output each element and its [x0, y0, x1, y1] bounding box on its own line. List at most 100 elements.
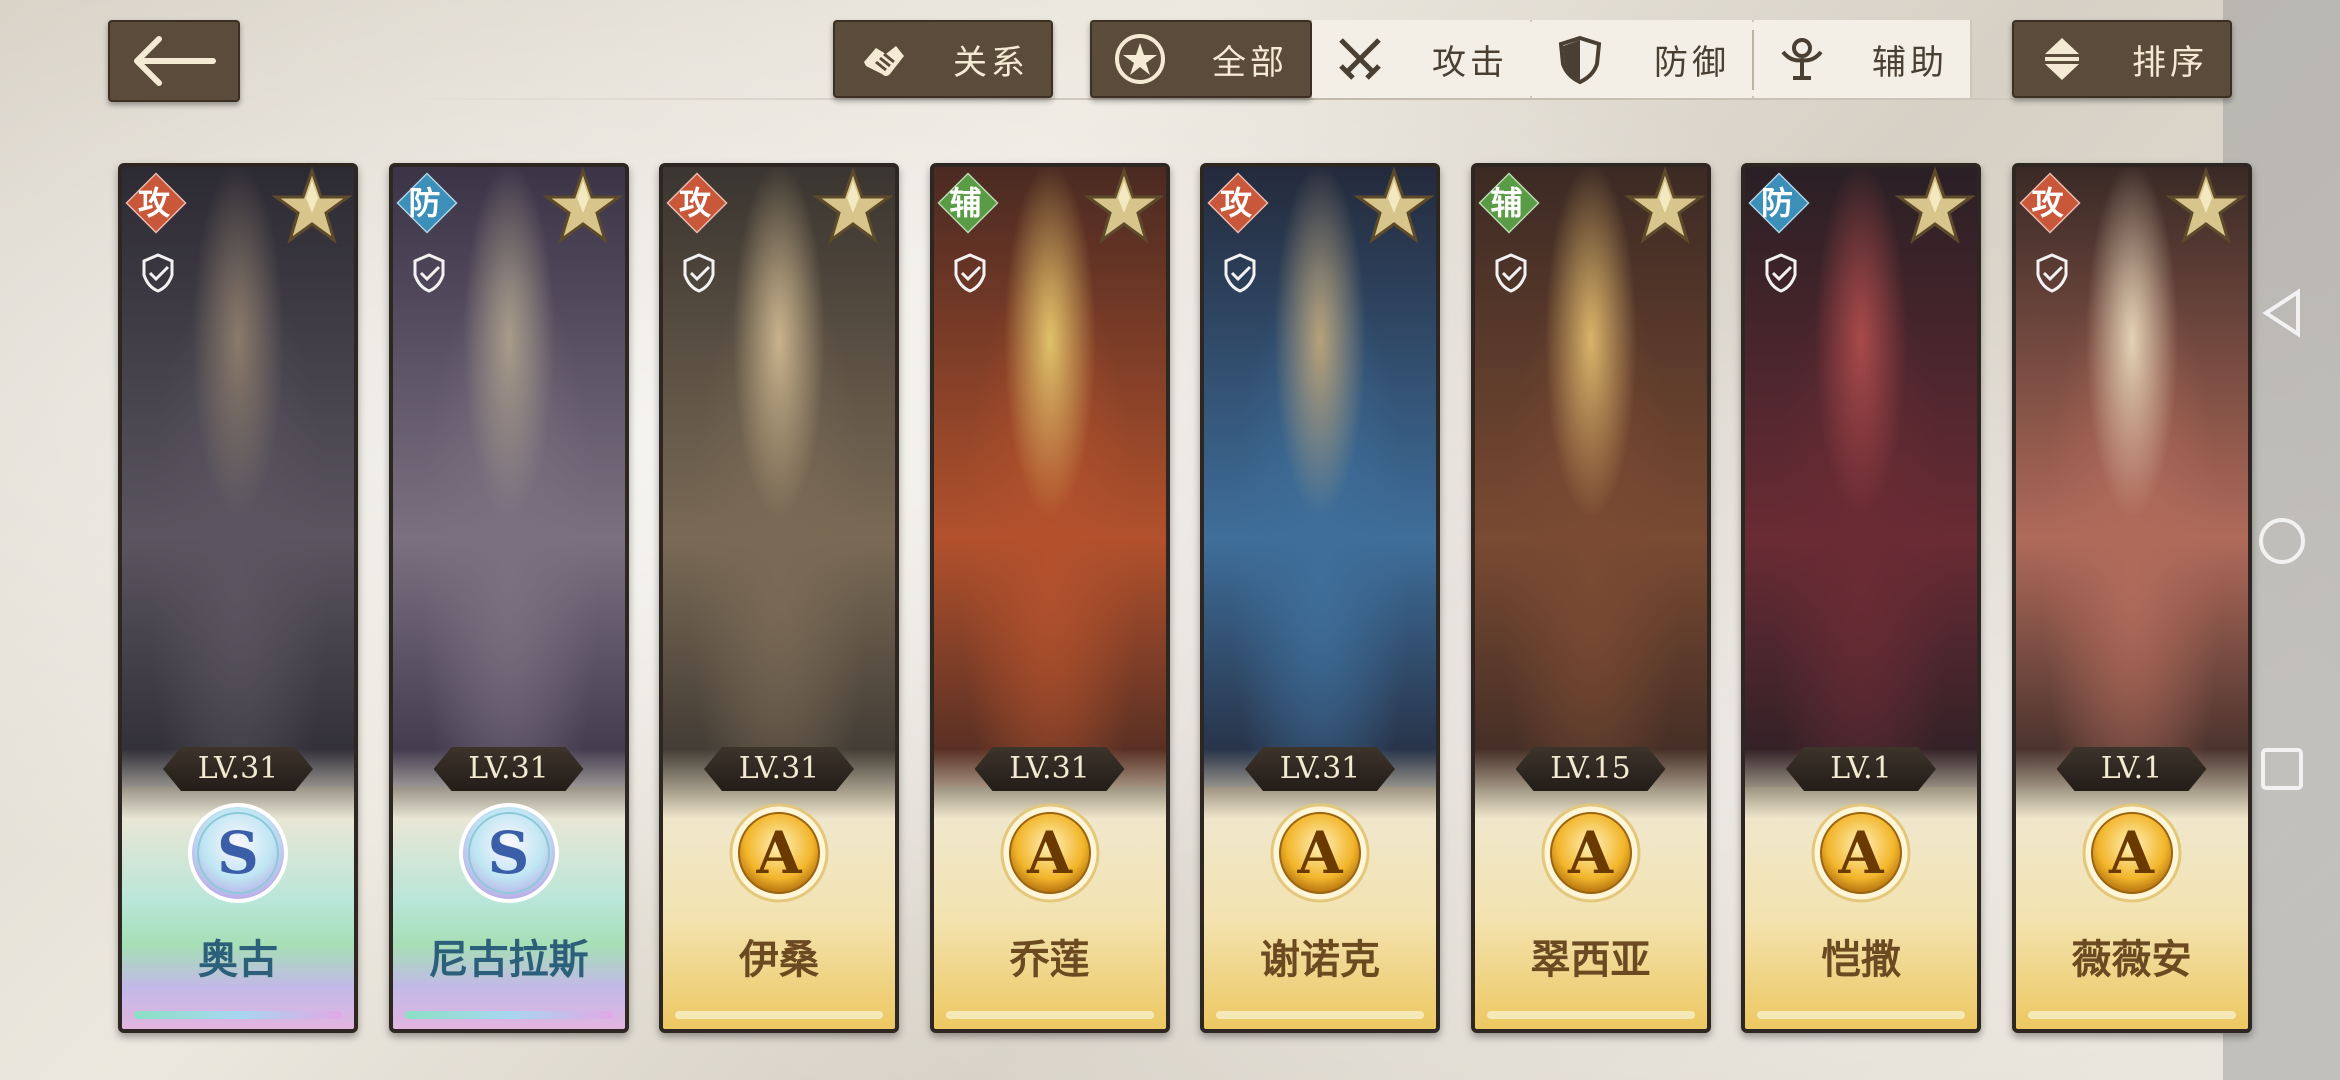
role-label: 辅	[1490, 184, 1523, 222]
character-name: 乔莲	[1009, 936, 1090, 983]
card-bottom-bar	[134, 1011, 342, 1019]
lock-icon[interactable]	[407, 251, 451, 295]
sort-arrows-icon	[2032, 29, 2092, 89]
level-label: LV.31	[433, 747, 584, 791]
character-card[interactable]: 防 LV.1 A 恺撒	[1741, 163, 1981, 1033]
role-label: 攻	[2031, 184, 2064, 222]
character-card[interactable]: 防 LV.31 S 尼古拉斯	[388, 163, 629, 1033]
grade-badge: S	[184, 799, 292, 907]
lock-icon[interactable]	[2030, 251, 2074, 295]
character-card[interactable]: 辅 LV.15 A 翠西亚	[1470, 163, 1711, 1033]
character-name: 伊桑	[739, 936, 819, 983]
nav-recents-icon[interactable]	[2259, 746, 2305, 792]
card-bottom-bar	[1757, 1011, 1965, 1019]
filter-defense-label: 防御	[1654, 42, 1730, 83]
grade-label: A	[2108, 819, 2154, 887]
relation-label: 关系	[953, 42, 1029, 83]
character-card[interactable]: 攻 LV.31 S 奥古	[118, 163, 358, 1033]
card-bottom-bar	[1216, 1011, 1424, 1019]
character-name: 恺撒	[1821, 936, 1901, 983]
character-name: 翠西亚	[1530, 936, 1651, 983]
card-bottom-bar	[1486, 1011, 1695, 1019]
lock-icon[interactable]	[948, 251, 992, 295]
character-name: 薇薇安	[2071, 936, 2192, 983]
lock-icon[interactable]	[136, 251, 180, 295]
back-arrow-icon	[134, 36, 216, 86]
role-label: 攻	[678, 184, 711, 222]
sort-label: 排序	[2132, 42, 2208, 83]
lock-icon[interactable]	[677, 251, 721, 295]
level-label: LV.31	[704, 747, 854, 791]
character-card[interactable]: 攻 LV.31 A 伊桑	[659, 163, 899, 1033]
card-bottom-bar	[945, 1011, 1154, 1019]
nav-back-icon[interactable]	[2260, 288, 2304, 338]
character-card[interactable]: 辅 LV.31 A 乔莲	[929, 163, 1170, 1033]
handshake-icon	[853, 29, 913, 89]
grade-badge: A	[2078, 799, 2186, 907]
favorite-star-icon[interactable]	[1354, 167, 1434, 247]
role-badge: 辅	[1477, 172, 1540, 234]
card-bottom-bar	[675, 1011, 883, 1019]
role-badge: 防	[1748, 172, 1810, 234]
grade-badge: A	[1537, 799, 1645, 907]
filter-support-tab[interactable]: 辅助	[1754, 20, 1970, 98]
header-divider	[390, 98, 2220, 100]
role-label: 辅	[949, 184, 982, 222]
crossed-swords-icon	[1330, 29, 1390, 89]
role-label: 攻	[1219, 184, 1252, 222]
relation-button[interactable]: 关系	[833, 20, 1053, 98]
grade-label: S	[487, 819, 530, 887]
role-label: 攻	[137, 184, 170, 222]
filter-all-label: 全部	[1212, 42, 1288, 83]
character-name: 谢诺克	[1260, 936, 1380, 983]
grade-label: A	[1026, 819, 1072, 887]
character-card[interactable]: 攻 LV.1 A 薇薇安	[2011, 163, 2252, 1033]
grade-badge: A	[996, 799, 1104, 907]
level-label: LV.31	[974, 747, 1125, 791]
level-label: LV.1	[1786, 747, 1936, 791]
favorite-star-icon[interactable]	[1624, 167, 1705, 247]
filter-attack-tab[interactable]: 攻击	[1312, 20, 1530, 98]
grade-label: A	[1297, 819, 1343, 887]
support-figure-icon	[1772, 29, 1832, 89]
lock-icon[interactable]	[1218, 251, 1262, 295]
grade-badge: A	[725, 799, 833, 907]
grade-label: A	[1838, 819, 1884, 887]
grade-label: S	[217, 819, 259, 887]
nav-home-icon[interactable]	[2257, 516, 2307, 566]
card-bottom-bar	[2027, 1011, 2236, 1019]
favorite-star-icon[interactable]	[542, 167, 623, 247]
filter-defense-tab[interactable]: 防御	[1532, 20, 1752, 98]
role-badge: 攻	[2018, 172, 2081, 234]
lock-icon[interactable]	[1489, 251, 1533, 295]
grade-label: A	[1567, 819, 1613, 887]
star-circle-icon	[1110, 29, 1170, 89]
level-label: LV.31	[163, 747, 313, 791]
favorite-star-icon[interactable]	[272, 167, 352, 247]
character-name: 尼古拉斯	[428, 936, 589, 983]
role-badge: 攻	[125, 172, 187, 234]
filter-attack-label: 攻击	[1432, 42, 1508, 83]
sort-button[interactable]: 排序	[2012, 20, 2232, 98]
role-badge: 防	[395, 172, 458, 234]
role-badge: 辅	[936, 172, 999, 234]
grade-badge: A	[1266, 799, 1374, 907]
role-badge: 攻	[666, 172, 728, 234]
grade-badge: A	[1807, 799, 1915, 907]
favorite-star-icon[interactable]	[1083, 167, 1164, 247]
favorite-star-icon[interactable]	[2165, 167, 2246, 247]
level-label: LV.31	[1245, 747, 1395, 791]
shield-icon	[1550, 29, 1610, 89]
lock-icon[interactable]	[1759, 251, 1803, 295]
character-card[interactable]: 攻 LV.31 A 谢诺克	[1200, 163, 1440, 1033]
back-button[interactable]	[108, 20, 240, 102]
grade-badge: S	[455, 799, 563, 907]
level-label: LV.1	[2056, 747, 2207, 791]
favorite-star-icon[interactable]	[813, 167, 893, 247]
favorite-star-icon[interactable]	[1895, 167, 1975, 247]
filter-support-label: 辅助	[1872, 42, 1948, 83]
grade-label: A	[756, 819, 802, 887]
character-name: 奥古	[198, 936, 278, 983]
filter-all-tab[interactable]: 全部	[1090, 20, 1312, 98]
card-bottom-bar	[404, 1011, 613, 1019]
